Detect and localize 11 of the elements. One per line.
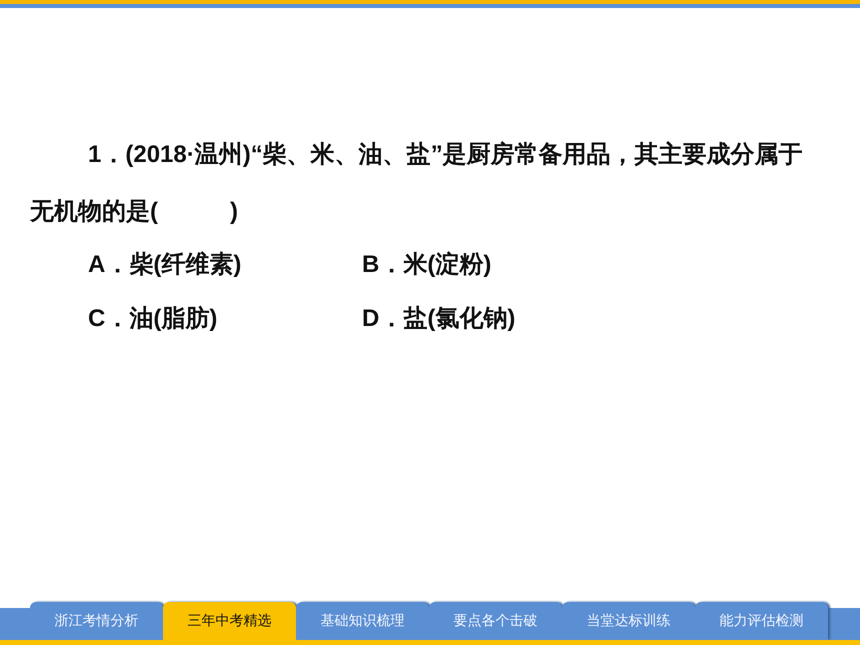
nav-tab[interactable]: 浙江考情分析 — [30, 602, 163, 640]
nav-tab[interactable]: 三年中考精选 — [163, 602, 296, 640]
nav-tab[interactable]: 要点各个击破 — [429, 602, 562, 640]
answer-option: D．盐(氯化钠) — [362, 292, 662, 346]
answer-option: C．油(脂肪) — [88, 292, 362, 346]
question-text: 1．(2018·温州)“柴、米、油、盐”是厨房常备用品，其主要成分属于无机物的是( ) — [30, 140, 804, 227]
nav-tab[interactable]: 基础知识梳理 — [296, 602, 429, 640]
nav-tab[interactable]: 能力评估检测 — [695, 602, 828, 640]
answer-option: B．米(淀粉) — [362, 238, 662, 292]
nav-tab[interactable]: 当堂达标训练 — [562, 602, 695, 640]
answer-option: A．柴(纤维素) — [88, 238, 362, 292]
